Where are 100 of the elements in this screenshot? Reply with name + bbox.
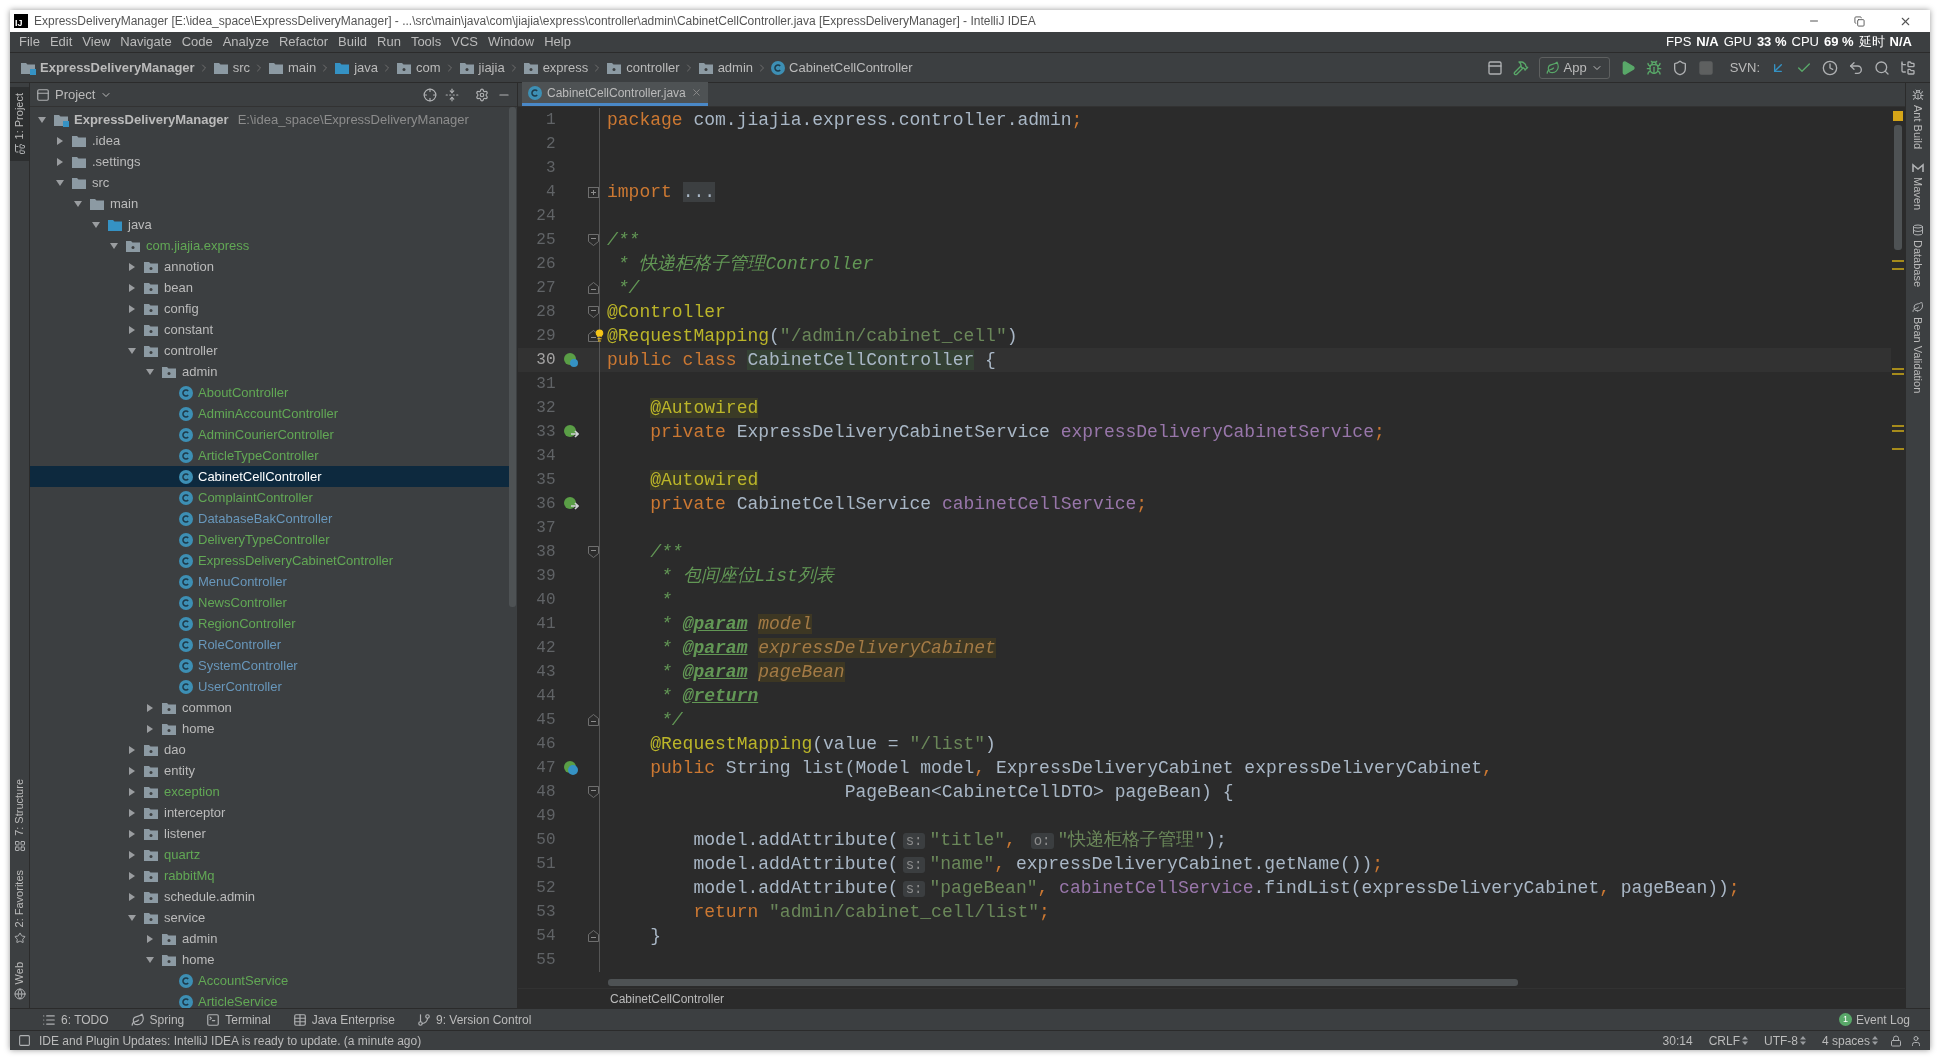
status-item[interactable]: UTF-8 — [1759, 1031, 1810, 1050]
tree-item[interactable]: UserController — [30, 676, 509, 697]
fold-expand-icon[interactable] — [587, 186, 599, 198]
tree-item[interactable]: DeliveryTypeController — [30, 529, 509, 550]
breadcrumb-item[interactable]: jiajia — [456, 57, 507, 78]
restore-icon[interactable] — [1854, 15, 1865, 27]
tree-item[interactable]: listener — [30, 823, 509, 844]
collapsed-arrow-icon[interactable] — [55, 135, 65, 146]
tree-item[interactable]: AccountService — [30, 970, 509, 991]
expanded-arrow-icon[interactable] — [145, 954, 155, 965]
bean-icon[interactable] — [563, 352, 580, 368]
bulb-icon[interactable] — [593, 329, 606, 342]
breadcrumb-item[interactable]: main — [266, 57, 319, 78]
fold-collapse-icon[interactable] — [587, 786, 599, 798]
menu-item[interactable]: Help — [539, 32, 576, 52]
locate-icon[interactable] — [423, 87, 437, 102]
expanded-arrow-icon[interactable] — [127, 345, 137, 356]
fold-end-icon[interactable] — [587, 330, 599, 342]
window-icon[interactable] — [1486, 59, 1503, 76]
menu-item[interactable]: Build — [333, 32, 372, 52]
tree-item[interactable]: .settings — [30, 151, 509, 172]
tree-item[interactable]: src — [30, 172, 509, 193]
menu-item[interactable]: File — [14, 32, 45, 52]
breadcrumb-item[interactable]: com — [394, 57, 443, 78]
collapsed-arrow-icon[interactable] — [55, 156, 65, 167]
scrollbar-thumb[interactable] — [1894, 125, 1902, 250]
tool-window-tab[interactable]: Spring — [130, 1010, 185, 1029]
settings-icon[interactable] — [475, 87, 489, 102]
project-structure-icon[interactable] — [1900, 59, 1916, 76]
tree-item[interactable]: quartz — [30, 844, 509, 865]
tree-item[interactable]: home — [30, 949, 509, 970]
collapsed-arrow-icon[interactable] — [127, 261, 137, 272]
tree-item[interactable]: AdminCourierController — [30, 424, 509, 445]
editor-breadcrumb[interactable]: CabinetCellController — [610, 989, 725, 1008]
expanded-arrow-icon[interactable] — [127, 912, 137, 923]
breadcrumb-item[interactable]: express — [520, 57, 591, 78]
expanded-arrow-icon[interactable] — [91, 219, 101, 230]
tree-item[interactable]: main — [30, 193, 509, 214]
tree-item[interactable]: admin — [30, 361, 509, 382]
breadcrumb-item[interactable]: CabinetCellController — [769, 57, 915, 78]
run-config-dropdown[interactable]: App — [1538, 56, 1610, 79]
shield-icon[interactable] — [1671, 59, 1688, 76]
expanded-arrow-icon[interactable] — [37, 114, 47, 125]
tool-window-tab[interactable]: 2: Favorites — [10, 866, 29, 948]
collapsed-arrow-icon[interactable] — [145, 723, 155, 734]
menu-item[interactable]: VCS — [446, 32, 483, 52]
tree-item[interactable]: RegionController — [30, 613, 509, 634]
undo-icon[interactable] — [1848, 59, 1864, 76]
scrollbar-thumb[interactable] — [509, 107, 516, 607]
status-item[interactable]: 4 spaces — [1817, 1031, 1882, 1050]
collapsed-arrow-icon[interactable] — [127, 324, 137, 335]
menu-item[interactable]: View — [77, 32, 116, 52]
project-view-dropdown[interactable]: Project — [36, 84, 113, 105]
tool-window-tab[interactable]: 1: Project — [10, 87, 29, 162]
tree-item[interactable]: ExpressDeliveryCabinetController — [30, 550, 509, 571]
tree-item[interactable]: ArticleService — [30, 991, 509, 1008]
close-tab-icon[interactable] — [690, 87, 702, 98]
tree-item[interactable]: .idea — [30, 130, 509, 151]
collapsed-arrow-icon[interactable] — [145, 933, 155, 944]
expanded-arrow-icon[interactable] — [73, 198, 83, 209]
tree-item[interactable]: constant — [30, 319, 509, 340]
tool-window-tab[interactable]: Bean Validation — [1909, 301, 1927, 394]
search-icon[interactable] — [1874, 59, 1890, 76]
tree-item[interactable]: AdminAccountController — [30, 403, 509, 424]
tree-item[interactable]: config — [30, 298, 509, 319]
fold-collapse-icon[interactable] — [587, 546, 599, 558]
expanded-arrow-icon[interactable] — [55, 177, 65, 188]
tool-window-tab[interactable]: Ant Build — [1909, 89, 1927, 150]
collapsed-arrow-icon[interactable] — [127, 303, 137, 314]
autowired-icon[interactable] — [563, 496, 580, 512]
status-item[interactable]: 30:14 — [1658, 1031, 1697, 1050]
event-log-tab[interactable]: 1 Event Log — [1838, 1010, 1930, 1029]
lock-icon[interactable] — [1890, 1034, 1902, 1047]
horizontal-scrollbar[interactable] — [608, 978, 1518, 986]
menu-item[interactable]: Code — [176, 32, 218, 52]
tool-window-tab[interactable]: Java Enterprise — [292, 1010, 395, 1029]
collapsed-arrow-icon[interactable] — [145, 702, 155, 713]
tool-window-tab[interactable]: Database — [1909, 224, 1927, 288]
tree-item[interactable]: DatabaseBakController — [30, 508, 509, 529]
tool-window-tab[interactable]: 9: Version Control — [417, 1010, 532, 1029]
tree-item[interactable]: entity — [30, 760, 509, 781]
tool-window-tab[interactable]: Maven — [1909, 163, 1927, 211]
fold-end-icon[interactable] — [587, 930, 599, 942]
menu-item[interactable]: Refactor — [273, 32, 334, 52]
history-icon[interactable] — [1822, 59, 1838, 76]
menu-item[interactable]: Navigate — [115, 32, 177, 52]
tree-item[interactable]: com.jiajia.express — [30, 235, 509, 256]
collapsed-arrow-icon[interactable] — [127, 828, 137, 839]
collapsed-arrow-icon[interactable] — [127, 849, 137, 860]
tool-window-tab[interactable]: Web — [10, 957, 29, 1004]
tree-item[interactable]: exception — [30, 781, 509, 802]
tree-item[interactable]: interceptor — [30, 802, 509, 823]
collapsed-arrow-icon[interactable] — [127, 786, 137, 797]
tree-item[interactable]: bean — [30, 277, 509, 298]
autowired-icon[interactable] — [563, 424, 580, 440]
tree-item[interactable]: dao — [30, 739, 509, 760]
collapsed-arrow-icon[interactable] — [127, 807, 137, 818]
fold-end-icon[interactable] — [587, 282, 599, 294]
collapse-all-icon[interactable] — [445, 87, 459, 102]
menu-item[interactable]: Run — [372, 32, 406, 52]
